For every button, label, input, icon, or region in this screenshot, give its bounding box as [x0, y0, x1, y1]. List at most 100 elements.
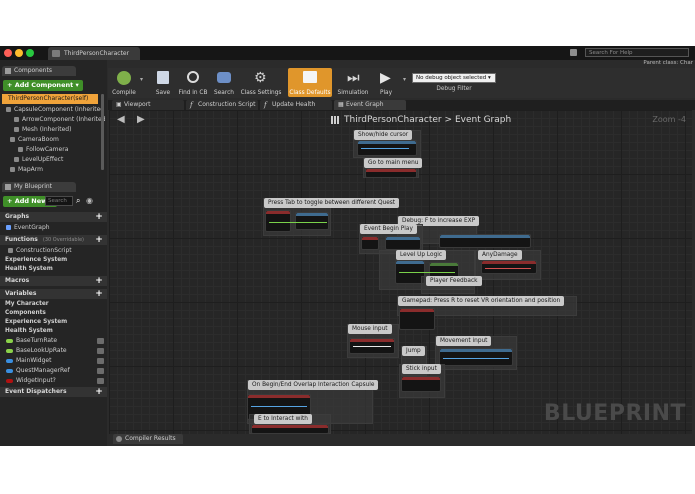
add-event-dispatcher-button[interactable]: + [95, 388, 103, 397]
variable-category-experience[interactable]: Experience System [0, 318, 107, 327]
eye-icon[interactable] [97, 378, 104, 384]
components-scrollbar[interactable] [101, 94, 104, 170]
graph-node[interactable] [295, 212, 329, 230]
component-arrow[interactable]: ArrowComponent (Inherited [14, 115, 106, 124]
eye-icon[interactable] [97, 348, 104, 354]
compiler-results-tab[interactable]: Compiler Results [113, 434, 183, 444]
variable-category-health[interactable]: Health System [0, 327, 107, 336]
comment-title: Movement input [436, 336, 492, 346]
back-arrow-icon[interactable]: ◀ [117, 114, 125, 125]
graphs-header[interactable]: Graphs + [0, 212, 107, 222]
eye-icon[interactable] [97, 358, 104, 364]
graph-node[interactable] [265, 210, 291, 232]
view-options-icon[interactable]: ◉ [86, 196, 93, 205]
graph-node[interactable] [365, 168, 417, 178]
class-defaults-button[interactable]: Class Defaults [288, 68, 332, 97]
variable-widgetinput[interactable]: WidgetInput? [6, 376, 104, 386]
document-tab[interactable]: ThirdPersonCharacter [48, 47, 140, 60]
graph-node[interactable] [385, 236, 421, 250]
forward-arrow-icon[interactable]: ▶ [137, 114, 145, 125]
pin-icon[interactable] [570, 49, 577, 56]
simulation-button[interactable]: ⏭ Simulation [336, 68, 370, 97]
comment-title: Gamepad: Press R to reset VR orientation… [398, 296, 565, 306]
class-settings-button[interactable]: ⚙ Class Settings [240, 68, 282, 97]
function-category-health[interactable]: Health System [0, 265, 107, 274]
search-icon[interactable]: ⌕ [76, 196, 80, 206]
component-mesh-label: Mesh (Inherited) [22, 126, 72, 133]
comment-player-feedback[interactable]: Player Feedback [421, 276, 482, 294]
eye-icon[interactable] [97, 338, 104, 344]
functions-header[interactable]: Functions (30 Overridable) + [0, 235, 107, 245]
macros-header-label: Macros [5, 277, 30, 284]
binoculars-icon [217, 72, 231, 83]
add-graph-button[interactable]: + [95, 213, 103, 222]
my-blueprint-tab[interactable]: My Blueprint [2, 182, 76, 192]
blueprint-search-input[interactable]: Search [45, 196, 73, 206]
graph-node[interactable] [481, 260, 537, 274]
variable-category-components[interactable]: Components [0, 309, 107, 318]
close-window-button[interactable] [4, 49, 12, 57]
add-variable-button[interactable]: + [95, 290, 103, 299]
object-type-icon [6, 359, 13, 363]
tab-construction-script-label: Construction Script [198, 101, 256, 108]
zoom-level: Zoom -4 [652, 115, 686, 124]
variable-mainwidget[interactable]: MainWidget [6, 356, 104, 366]
maximize-window-button[interactable] [26, 49, 34, 57]
minimize-window-button[interactable] [15, 49, 23, 57]
wire [251, 406, 307, 407]
component-followcamera[interactable]: FollowCamera [18, 145, 68, 154]
graph-node[interactable] [439, 234, 531, 248]
graph-node[interactable] [439, 348, 513, 366]
add-function-button[interactable]: + [95, 236, 103, 245]
graph-node[interactable] [361, 236, 379, 250]
tab-event-graph[interactable]: ▦ Event Graph [334, 100, 406, 110]
function-icon [8, 248, 13, 253]
variable-baseturnrate[interactable]: BaseTurnRate [6, 336, 104, 346]
debug-object-select[interactable]: No debug object selected ▾ [412, 73, 496, 83]
components-tab-label: Components [14, 67, 52, 74]
eye-icon[interactable] [97, 368, 104, 374]
play-options-chevron-icon[interactable]: ▾ [403, 76, 406, 83]
wire [443, 358, 509, 359]
component-self[interactable]: ThirdPersonCharacter(self) [8, 94, 88, 103]
macros-header[interactable]: Macros + [0, 276, 107, 286]
save-button[interactable]: Save [150, 68, 176, 97]
event-dispatchers-header[interactable]: Event Dispatchers + [0, 387, 107, 397]
variable-mainwidget-label: MainWidget [16, 357, 52, 364]
component-capsule[interactable]: CapsuleComponent (Inherited [6, 105, 104, 114]
variable-baselookuprate[interactable]: BaseLookUpRate [6, 346, 104, 356]
variable-questmanagerref[interactable]: QuestManagerRef [6, 366, 104, 376]
component-followcamera-label: FollowCamera [26, 146, 69, 153]
float-type-icon [6, 349, 13, 353]
event-graph-item[interactable]: EventGraph [6, 223, 50, 232]
add-component-button[interactable]: + Add Component ▾ [3, 80, 83, 91]
variable-category-mycharacter[interactable]: My Character [0, 300, 107, 309]
component-self-label: ThirdPersonCharacter(self) [8, 95, 89, 102]
component-levelupeffect-label: LevelUpEffect [22, 156, 64, 163]
component-cameraboom[interactable]: CameraBoom [10, 135, 59, 144]
breadcrumb-root[interactable]: ThirdPersonCharacter [344, 115, 442, 125]
graph-node[interactable] [251, 424, 329, 434]
compile-options-chevron-icon[interactable]: ▾ [140, 76, 143, 83]
tab-update-health[interactable]: f Update Health [260, 100, 332, 110]
find-in-cb-button-label: Find in CB [178, 90, 208, 96]
component-levelupeffect[interactable]: LevelUpEffect [14, 155, 63, 164]
play-icon: ▶ [380, 70, 391, 86]
graph-node[interactable] [401, 376, 441, 392]
function-category-experience[interactable]: Experience System [0, 256, 107, 265]
find-in-cb-button[interactable]: Find in CB [178, 68, 208, 97]
variables-header[interactable]: Variables + [0, 289, 107, 299]
graph-node[interactable] [399, 308, 435, 330]
component-maparm[interactable]: MapArm [10, 165, 43, 174]
event-graph-canvas[interactable]: ◀ ▶ ThirdPersonCharacter > Event Graph Z… [109, 110, 692, 434]
function-construction-script[interactable]: ConstructionScript [8, 246, 72, 255]
add-macro-button[interactable]: + [95, 277, 103, 286]
help-search-input[interactable]: Search For Help [585, 48, 689, 57]
tab-construction-script[interactable]: f Construction Script [186, 100, 258, 110]
components-tab[interactable]: Components [2, 66, 76, 76]
search-button[interactable]: Search [210, 68, 238, 97]
component-mesh[interactable]: Mesh (Inherited) [14, 125, 71, 134]
tab-viewport[interactable]: ▣ Viewport [112, 100, 184, 110]
play-button[interactable]: ▶ Play [372, 68, 400, 97]
compile-button[interactable]: Compile [110, 68, 138, 97]
